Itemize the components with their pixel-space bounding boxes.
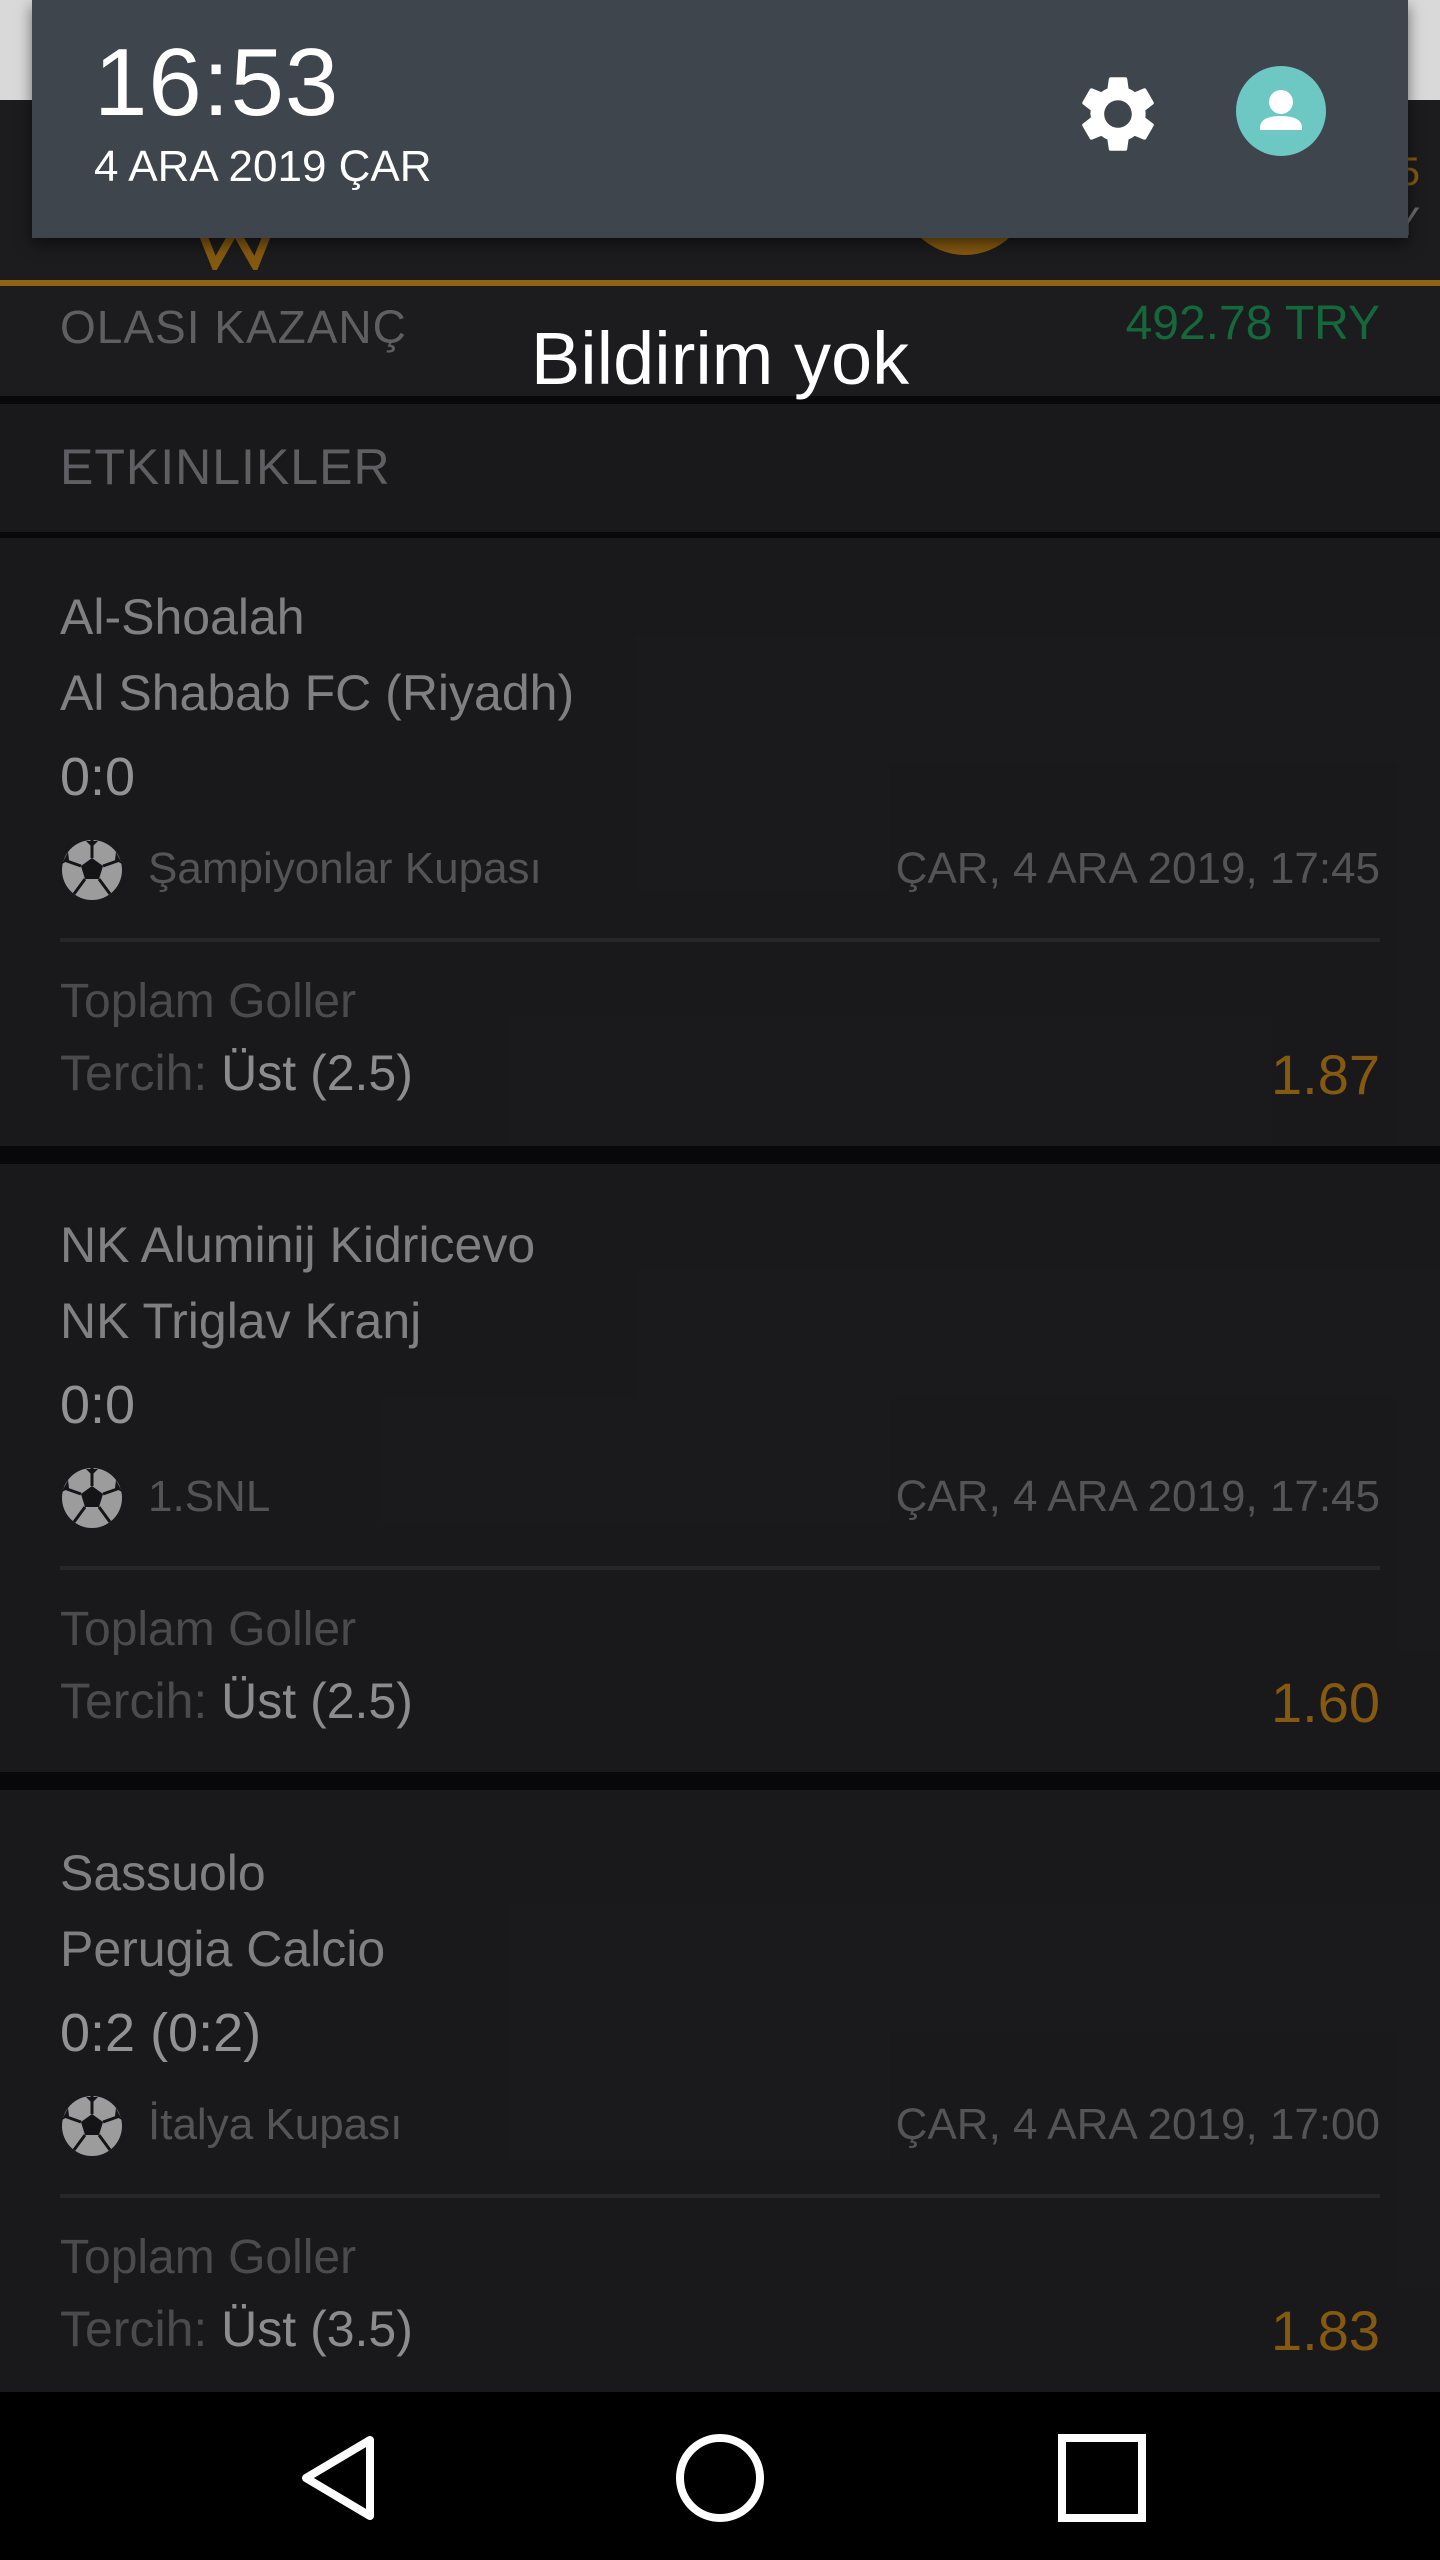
home-icon[interactable] <box>670 2428 770 2528</box>
gear-icon[interactable] <box>1072 68 1164 160</box>
no-notifications-text: Bildirim yok <box>530 317 910 400</box>
back-icon[interactable] <box>290 2428 390 2528</box>
status-bar-edge <box>1408 0 1440 100</box>
navigation-bar <box>0 2392 1440 2560</box>
person-icon <box>1260 90 1302 130</box>
quick-settings-header: 16:53 4 ARA 2019 ÇAR <box>32 0 1408 238</box>
clock-time: 16:53 <box>94 29 340 136</box>
status-bar-edge <box>0 0 32 100</box>
recents-icon[interactable] <box>1052 2428 1152 2528</box>
clock-date[interactable]: 4 ARA 2019 ÇAR <box>94 142 432 192</box>
account-icon[interactable] <box>1236 66 1326 156</box>
